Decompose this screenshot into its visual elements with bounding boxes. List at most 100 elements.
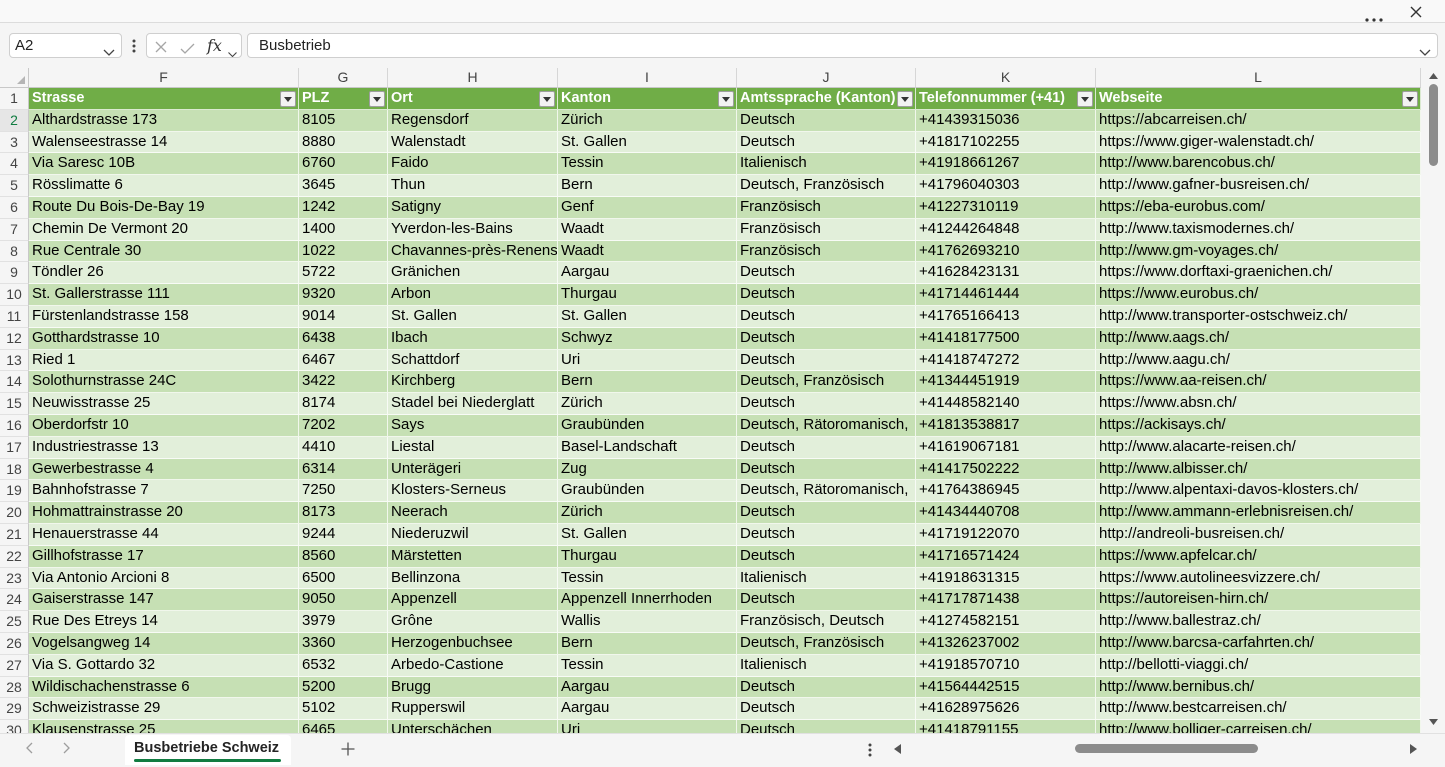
cell-ort[interactable]: Brugg: [388, 676, 558, 699]
cell-ort[interactable]: Niederuzwil: [388, 523, 558, 546]
vertical-scrollbar[interactable]: [1421, 68, 1445, 733]
header-cell-webseite[interactable]: Webseite: [1096, 88, 1421, 110]
cell-telefon[interactable]: +41817102255: [916, 131, 1096, 154]
cell-plz[interactable]: 1022: [299, 240, 388, 263]
cell-strasse[interactable]: Gewerbestrasse 4: [29, 458, 299, 481]
cell-amtssprache[interactable]: Deutsch, Französisch: [737, 632, 916, 655]
cell-webseite[interactable]: https://www.aa-reisen.ch/: [1096, 371, 1421, 394]
cell-amtssprache[interactable]: Italienisch: [737, 654, 916, 677]
cell-webseite[interactable]: https://www.eurobus.ch/: [1096, 284, 1421, 306]
cell-plz[interactable]: 9244: [299, 523, 388, 546]
vertical-ellipsis-icon[interactable]: [132, 39, 136, 53]
cell-webseite[interactable]: https://ackisays.ch/: [1096, 414, 1421, 437]
cell-amtssprache[interactable]: Deutsch: [737, 436, 916, 459]
filter-dropdown-button[interactable]: [718, 91, 734, 107]
more-options-icon[interactable]: [1365, 9, 1383, 22]
cell-plz[interactable]: 7202: [299, 414, 388, 437]
cell-kanton[interactable]: Bern: [558, 371, 737, 394]
cell-amtssprache[interactable]: Deutsch: [737, 545, 916, 568]
cell-plz[interactable]: 8560: [299, 545, 388, 568]
row-number[interactable]: 10: [0, 284, 29, 306]
cell-amtssprache[interactable]: Deutsch, Rätoromanisch,: [737, 414, 916, 437]
row-number[interactable]: 19: [0, 480, 29, 503]
chevron-left-icon[interactable]: [26, 742, 33, 754]
insert-function-button[interactable]: fx: [207, 36, 222, 55]
cell-ort[interactable]: Märstetten: [388, 545, 558, 568]
row-number[interactable]: 21: [0, 523, 29, 546]
cell-webseite[interactable]: http://www.bernibus.ch/: [1096, 676, 1421, 699]
cell-telefon[interactable]: +41714461444: [916, 284, 1096, 306]
column-header-telefon[interactable]: K: [916, 68, 1096, 88]
cell-plz[interactable]: 6532: [299, 654, 388, 677]
cell-telefon[interactable]: +41628423131: [916, 262, 1096, 285]
cell-webseite[interactable]: http://www.barcsa-carfahrten.ch/: [1096, 632, 1421, 655]
cell-ort[interactable]: Walenstadt: [388, 131, 558, 154]
cell-plz[interactable]: 6760: [299, 153, 388, 176]
column-header-ort[interactable]: H: [388, 68, 558, 88]
row-number[interactable]: 22: [0, 545, 29, 568]
row-number[interactable]: 7: [0, 218, 29, 241]
column-header-amtssprache[interactable]: J: [737, 68, 916, 88]
cell-kanton[interactable]: Basel-Landschaft: [558, 436, 737, 459]
row-number[interactable]: 17: [0, 436, 29, 459]
row-number[interactable]: 29: [0, 698, 29, 721]
cell-ort[interactable]: St. Gallen: [388, 305, 558, 328]
cell-strasse[interactable]: Gotthardstrasse 10: [29, 327, 299, 350]
column-header-plz[interactable]: G: [299, 68, 388, 88]
cell-webseite[interactable]: http://www.alpentaxi-davos-klosters.ch/: [1096, 480, 1421, 503]
header-cell-telefon[interactable]: Telefonnummer (+41): [916, 88, 1096, 110]
row-number[interactable]: 9: [0, 262, 29, 285]
cell-ort[interactable]: Gränichen: [388, 262, 558, 285]
cell-telefon[interactable]: +41439315036: [916, 109, 1096, 132]
cell-webseite[interactable]: https://autoreisen-hirn.ch/: [1096, 589, 1421, 612]
cell-kanton[interactable]: Tessin: [558, 654, 737, 677]
cell-kanton[interactable]: Waadt: [558, 240, 737, 263]
cell-kanton[interactable]: Uri: [558, 720, 737, 733]
cell-strasse[interactable]: Gaiserstrasse 147: [29, 589, 299, 612]
cell-webseite[interactable]: https://eba-eurobus.com/: [1096, 196, 1421, 219]
cell-webseite[interactable]: http://andreoli-busreisen.ch/: [1096, 523, 1421, 546]
cell-telefon[interactable]: +41796040303: [916, 175, 1096, 197]
cell-telefon[interactable]: +41764386945: [916, 480, 1096, 503]
cell-telefon[interactable]: +41716571424: [916, 545, 1096, 568]
cell-strasse[interactable]: Rösslimatte 6: [29, 175, 299, 197]
header-cell-amtssprache[interactable]: Amtssprache (Kanton): [737, 88, 916, 110]
cell-ort[interactable]: Kirchberg: [388, 371, 558, 394]
chevron-down-icon[interactable]: [103, 43, 115, 56]
cell-plz[interactable]: 3360: [299, 632, 388, 655]
cell-plz[interactable]: 9050: [299, 589, 388, 612]
row-number[interactable]: 4: [0, 153, 29, 176]
cell-plz[interactable]: 8105: [299, 109, 388, 132]
scroll-down-icon[interactable]: [1429, 719, 1438, 725]
cell-plz[interactable]: 8173: [299, 502, 388, 524]
cell-plz[interactable]: 7250: [299, 480, 388, 503]
row-number[interactable]: 6: [0, 196, 29, 219]
column-header-strasse[interactable]: F: [29, 68, 299, 88]
cell-strasse[interactable]: Oberdorfstr 10: [29, 414, 299, 437]
cancel-icon[interactable]: [155, 40, 167, 53]
cell-amtssprache[interactable]: Italienisch: [737, 567, 916, 590]
cell-telefon[interactable]: +41717871438: [916, 589, 1096, 612]
close-icon[interactable]: [1410, 5, 1422, 18]
cell-strasse[interactable]: Henauerstrasse 44: [29, 523, 299, 546]
scroll-up-icon[interactable]: [1429, 73, 1438, 79]
cell-telefon[interactable]: +41762693210: [916, 240, 1096, 263]
filter-dropdown-button[interactable]: [369, 91, 385, 107]
cell-kanton[interactable]: Zürich: [558, 393, 737, 415]
cell-telefon[interactable]: +41448582140: [916, 393, 1096, 415]
row-number[interactable]: 23: [0, 567, 29, 590]
check-icon[interactable]: [180, 41, 195, 54]
row-number[interactable]: 24: [0, 589, 29, 612]
cell-webseite[interactable]: http://www.aags.ch/: [1096, 327, 1421, 350]
row-number[interactable]: 14: [0, 371, 29, 394]
cell-strasse[interactable]: St. Gallerstrasse 111: [29, 284, 299, 306]
cell-plz[interactable]: 4410: [299, 436, 388, 459]
cell-plz[interactable]: 6467: [299, 349, 388, 372]
cell-webseite[interactable]: http://www.alacarte-reisen.ch/: [1096, 436, 1421, 459]
cell-amtssprache[interactable]: Deutsch: [737, 458, 916, 481]
cell-plz[interactable]: 8880: [299, 131, 388, 154]
cell-kanton[interactable]: Thurgau: [558, 284, 737, 306]
cell-webseite[interactable]: https://abcarreisen.ch/: [1096, 109, 1421, 132]
cell-webseite[interactable]: https://www.giger-walenstadt.ch/: [1096, 131, 1421, 154]
cell-kanton[interactable]: Tessin: [558, 153, 737, 176]
